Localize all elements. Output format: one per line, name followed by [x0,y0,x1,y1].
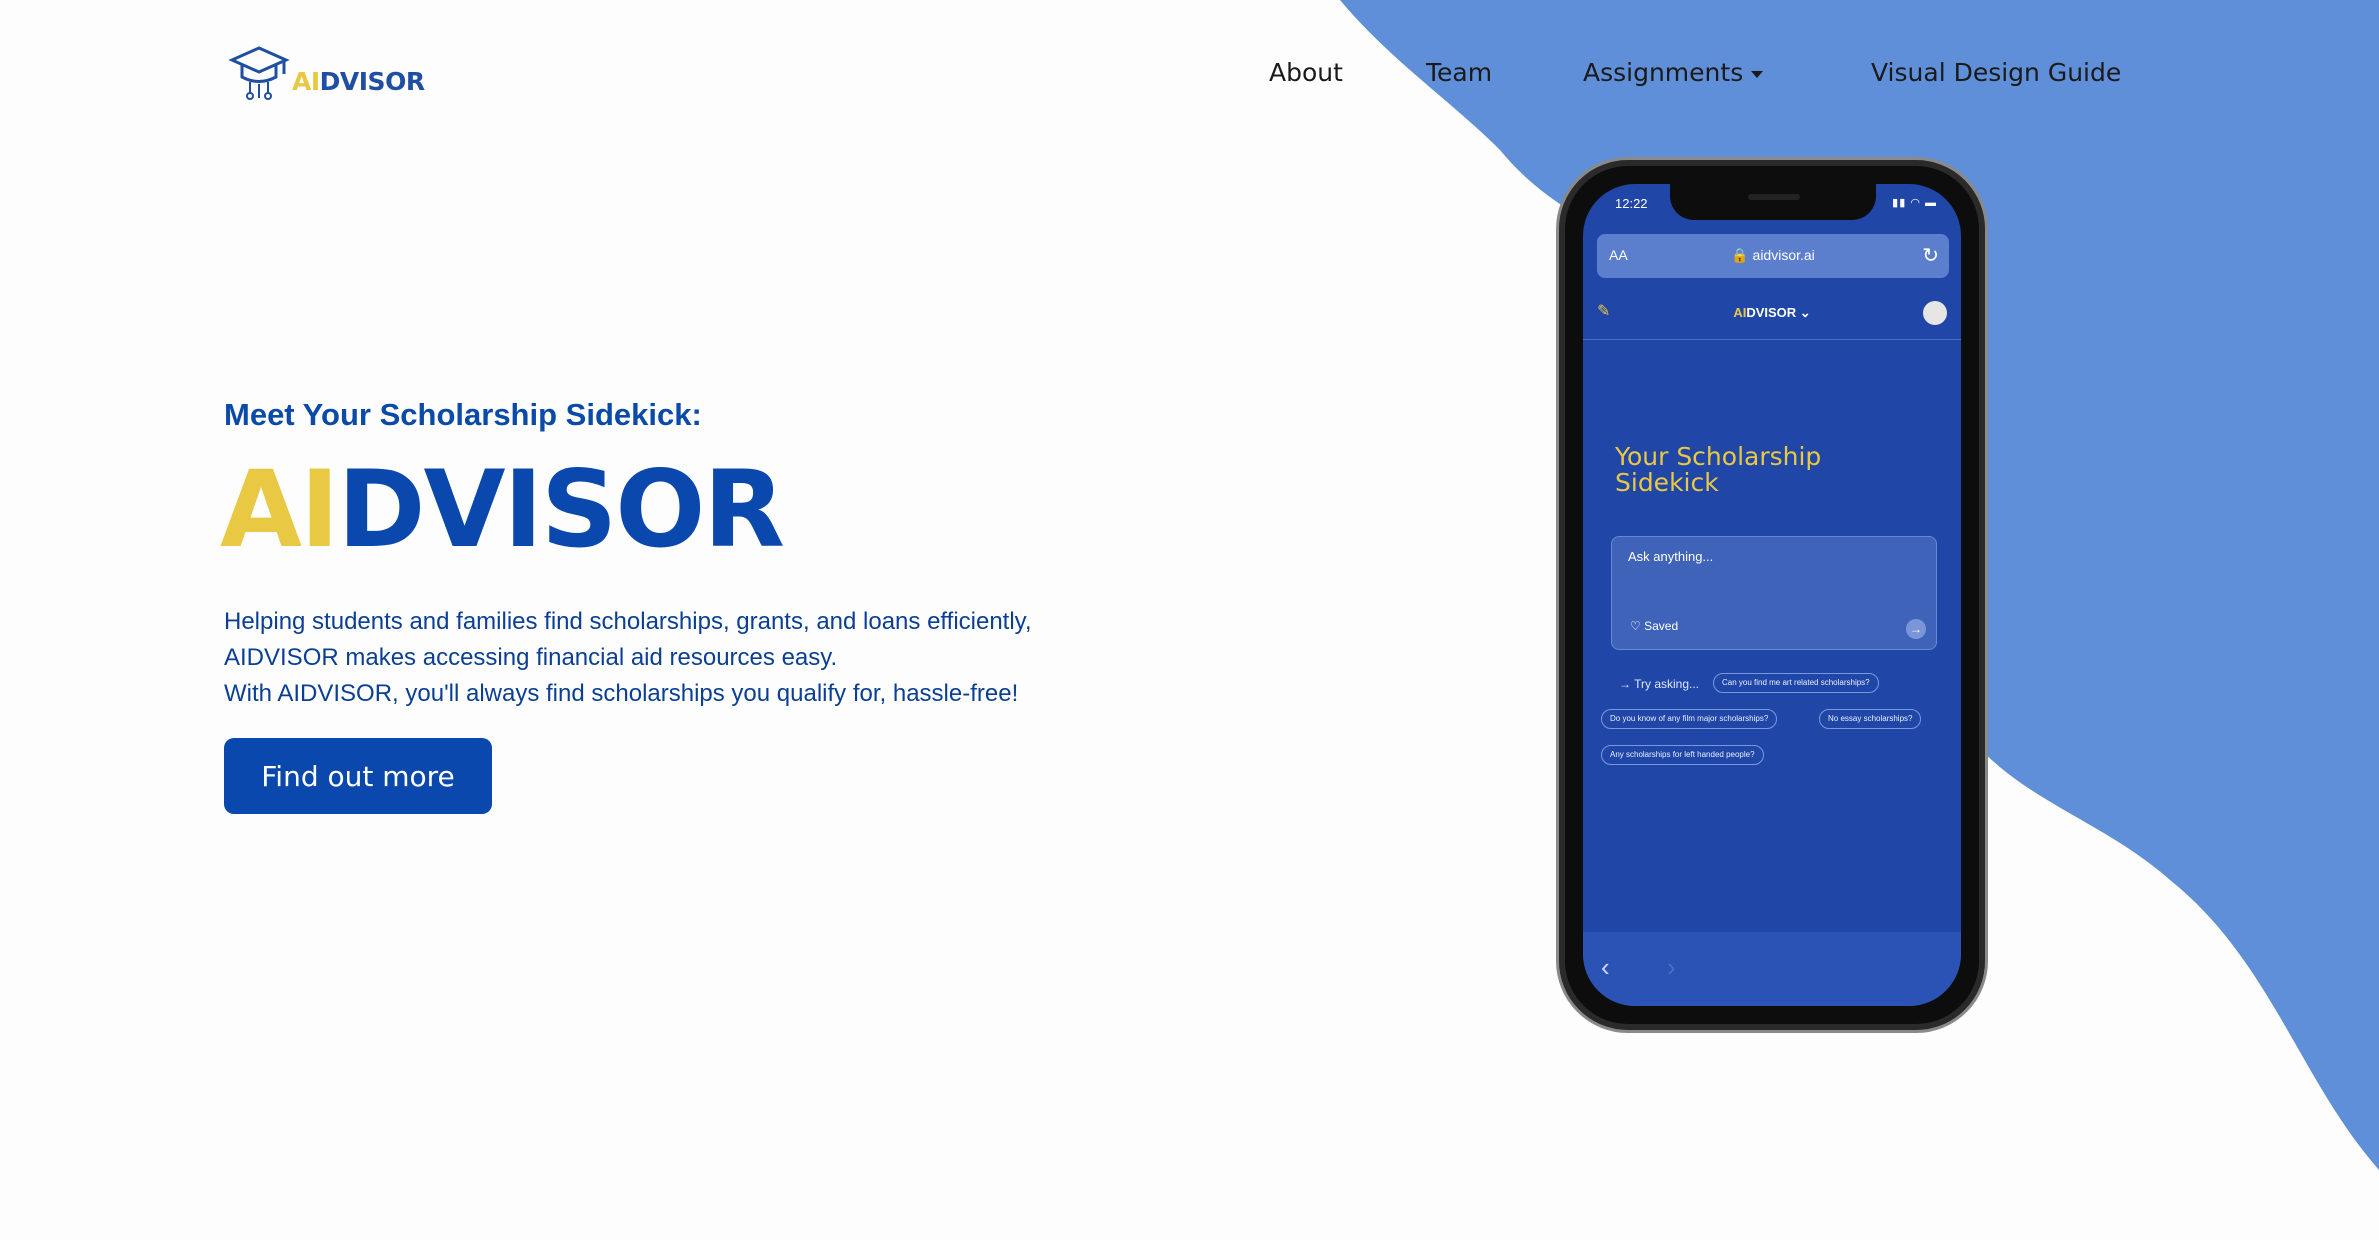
nav-about[interactable]: About [1269,58,1343,87]
find-out-more-button[interactable]: Find out more [224,738,492,814]
ask-placeholder: Ask anything... [1628,549,1714,564]
app-header: ✎ AIDVISOR ⌄ [1583,288,1961,340]
back-icon: ‹ [1601,952,1610,982]
suggestion-chip: Do you know of any film major scholarshi… [1601,709,1778,729]
lock-icon: 🔒 [1731,247,1749,263]
nav-assignments[interactable]: Assignments [1583,58,1764,87]
suggestion-chip: Can you find me art related scholarships… [1713,673,1879,693]
status-icons: ▮▮ ◠ ▬ [1892,197,1937,209]
url-bar: AA 🔒 aidvisor.ai ↻ [1597,234,1949,278]
forward-icon: › [1667,952,1676,982]
nav-visual-design-guide[interactable]: Visual Design Guide [1871,58,2121,87]
url-text: 🔒 aidvisor.ai [1731,247,1815,263]
phone-title: Your Scholarship Sidekick [1615,442,1822,497]
hero-title: AIDVISOR [220,451,785,569]
suggestion-chip: Any scholarships for left handed people? [1601,745,1764,765]
hero-description: Helping students and families find schol… [224,604,1032,712]
avatar [1923,301,1947,325]
phone-notch [1670,184,1876,220]
browser-bottom-bar: ‹ › [1583,932,1961,1006]
reload-icon: ↻ [1922,245,1939,267]
try-asking: → Try asking... [1619,677,1700,691]
status-time: 12:22 [1615,196,1648,211]
logo-wordmark: AIDVISOR [292,66,425,96]
hero-line-2: AIDVISOR makes accessing financial aid r… [224,644,838,671]
nav-assignments-label: Assignments [1583,58,1744,87]
hero-line-1: Helping students and families find schol… [224,608,1032,635]
phone-screen: 12:22 ▮▮ ◠ ▬ AA 🔒 aidvisor.ai ↻ ✎ AIDVIS… [1583,184,1961,1006]
nav-team[interactable]: Team [1426,58,1492,87]
hero-title-rest: DVISOR [337,448,785,571]
graduation-cap-icon [228,46,290,100]
phone-mockup: 12:22 ▮▮ ◠ ▬ AA 🔒 aidvisor.ai ↻ ✎ AIDVIS… [1556,157,1988,1033]
hero-title-ai: AI [220,448,339,571]
suggestion-chip: No essay scholarships? [1819,709,1922,729]
chevron-down-icon [1751,70,1764,78]
site-logo[interactable]: AIDVISOR [228,44,425,102]
heart-icon: ♡ [1630,619,1641,633]
ask-box: Ask anything... ♡ Saved → [1611,536,1937,650]
app-logo: AIDVISOR ⌄ [1733,305,1811,320]
send-icon: → [1906,619,1926,639]
saved-label: ♡ Saved [1630,619,1679,633]
hero-kicker: Meet Your Scholarship Sidekick: [224,397,702,432]
hero-line-3: With AIDVISOR, you'll always find schola… [224,680,1019,707]
